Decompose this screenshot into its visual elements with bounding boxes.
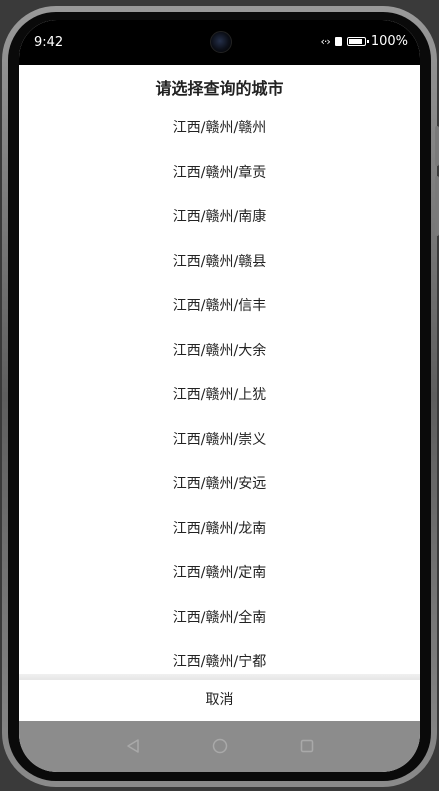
city-item[interactable]: 江西/赣州/全南 xyxy=(19,596,420,641)
battery-percent: 100% xyxy=(370,34,408,49)
volume-up-button xyxy=(435,126,439,166)
city-item[interactable]: 江西/赣州/定南 xyxy=(19,551,420,596)
screen: 9:42 ‹·› 100% 请选择查询的城市 江西/赣州/赣州 江西/赣州/章贡… xyxy=(19,20,420,772)
city-item[interactable]: 江西/赣州/赣县 xyxy=(19,240,420,285)
city-item[interactable]: 江西/赣州/宁都 xyxy=(19,640,420,674)
sync-arrows-icon: ‹·› xyxy=(320,35,331,48)
back-triangle-icon[interactable] xyxy=(123,736,143,756)
front-camera xyxy=(210,31,232,53)
dialog-title: 请选择查询的城市 xyxy=(155,79,284,98)
recents-square-icon[interactable] xyxy=(297,736,317,756)
battery-icon xyxy=(346,37,369,46)
city-item[interactable]: 江西/赣州/崇义 xyxy=(19,418,420,463)
city-item[interactable]: 江西/赣州/赣州 xyxy=(19,106,420,151)
navigation-bar xyxy=(19,721,420,772)
home-circle-icon[interactable] xyxy=(210,736,230,756)
city-select-dialog: 请选择查询的城市 江西/赣州/赣州 江西/赣州/章贡 江西/赣州/南康 江西/赣… xyxy=(19,65,420,721)
status-icons: ‹·› 100% xyxy=(321,34,408,49)
battery-fill xyxy=(348,39,362,44)
city-item[interactable]: 江西/赣州/南康 xyxy=(19,195,420,240)
lock-icon xyxy=(334,37,342,46)
volume-down-button xyxy=(435,176,439,236)
city-item[interactable]: 江西/赣州/信丰 xyxy=(19,284,420,329)
city-item[interactable]: 江西/赣州/安远 xyxy=(19,462,420,507)
city-item[interactable]: 江西/赣州/上犹 xyxy=(19,373,420,418)
city-item[interactable]: 江西/赣州/章贡 xyxy=(19,151,420,196)
city-list[interactable]: 江西/赣州/赣州 江西/赣州/章贡 江西/赣州/南康 江西/赣州/赣县 江西/赣… xyxy=(19,106,420,674)
status-bar: 9:42 ‹·› 100% xyxy=(19,20,420,65)
cancel-button[interactable]: 取消 xyxy=(19,680,420,721)
status-time: 9:42 xyxy=(34,35,64,50)
city-item[interactable]: 江西/赣州/大余 xyxy=(19,329,420,374)
city-item[interactable]: 江西/赣州/龙南 xyxy=(19,507,420,552)
